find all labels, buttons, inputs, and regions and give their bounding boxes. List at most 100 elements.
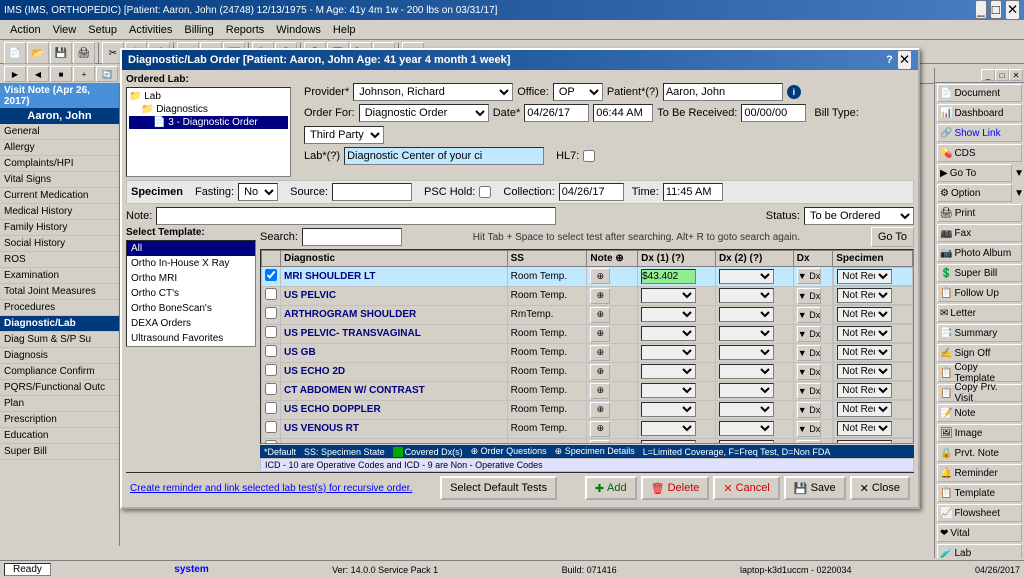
rs-flowsheet[interactable]: 📈 Flowsheet	[937, 504, 1022, 522]
psc-hold-checkbox[interactable]	[479, 186, 491, 198]
row-checkbox[interactable]	[265, 421, 277, 433]
office-select[interactable]: OP	[553, 83, 603, 101]
rs-lab[interactable]: 🧪 Lab	[937, 544, 1022, 558]
minimize-btn[interactable]: _	[975, 0, 986, 19]
sidebar-item-plan[interactable]: Plan	[0, 396, 119, 412]
col-note[interactable]: Note ⊕	[587, 251, 638, 267]
row-dx-btn[interactable]: ▼ Dx	[793, 362, 832, 381]
sidebar-item-exam[interactable]: Examination	[0, 268, 119, 284]
save-button[interactable]: 💾 Save	[784, 476, 846, 500]
template-item-bonescan[interactable]: Ortho BoneScan's	[127, 301, 255, 316]
rs-letter[interactable]: ✉ Letter	[937, 304, 1022, 322]
tb2-1[interactable]: ▶	[4, 66, 26, 82]
row-note[interactable]: ⊕	[587, 400, 638, 419]
row-checkbox[interactable]	[265, 383, 277, 395]
row-note[interactable]: ⊕	[587, 362, 638, 381]
sidebar-item-family[interactable]: Family History	[0, 220, 119, 236]
to-be-received-input[interactable]	[741, 104, 806, 122]
row-checkbox[interactable]	[265, 364, 277, 376]
provider-select[interactable]: Johnson, Richard	[353, 83, 513, 101]
sidebar-item-pqrs[interactable]: PQRS/Functional Outc	[0, 380, 119, 396]
note-btn[interactable]: ⊕	[590, 268, 610, 284]
sidebar-item-social[interactable]: Social History	[0, 236, 119, 252]
rs-goto[interactable]: ▶ Go To	[937, 164, 1012, 182]
col-diagnostic[interactable]: Diagnostic	[281, 251, 508, 267]
delete-button[interactable]: 🗑 Delete	[641, 476, 710, 500]
col-dx1[interactable]: Dx (1) (?)	[638, 251, 716, 267]
rs-prvt-note[interactable]: 🔒 Prvt. Note	[937, 444, 1022, 462]
template-item-ct[interactable]: Ortho CT's	[127, 286, 255, 301]
menu-action[interactable]: Action	[4, 22, 47, 38]
row-checkbox[interactable]	[265, 345, 277, 357]
menu-setup[interactable]: Setup	[82, 22, 123, 38]
sidebar-item-medication[interactable]: Current Medication	[0, 188, 119, 204]
goto-button[interactable]: Go To	[871, 227, 914, 247]
cancel-button[interactable]: ✕ Cancel	[713, 476, 779, 500]
menu-activities[interactable]: Activities	[123, 22, 178, 38]
row-note[interactable]: ⊕	[587, 419, 638, 438]
note-btn[interactable]: ⊕	[590, 421, 610, 437]
menu-billing[interactable]: Billing	[178, 22, 219, 38]
rs-superbill[interactable]: 💲 Super Bill	[937, 264, 1022, 282]
rs-summary[interactable]: 📑 Summary	[937, 324, 1022, 342]
row-dx-btn[interactable]: ▼ Dx	[793, 286, 832, 305]
row-checkbox[interactable]	[265, 307, 277, 319]
sidebar-item-ros[interactable]: ROS	[0, 252, 119, 268]
rs-option-expand[interactable]: ▼	[1014, 188, 1024, 199]
template-item-ultrasound[interactable]: Ultrasound Favorites	[127, 331, 255, 346]
results-table-scroll[interactable]: Diagnostic SS Note ⊕ Dx (1) (?) Dx (2) (…	[260, 249, 914, 444]
row-dx-btn[interactable]: ▼ Dx	[793, 438, 832, 444]
tb2-5[interactable]: 🔄	[96, 66, 118, 82]
note-btn[interactable]: ⊕	[590, 345, 610, 361]
tree-child[interactable]: 📁 Diagnostics	[129, 103, 288, 116]
hl7-checkbox[interactable]	[583, 150, 595, 162]
row-dx-btn[interactable]: ▼ Dx	[793, 305, 832, 324]
menu-view[interactable]: View	[47, 22, 83, 38]
help-btn[interactable]: ?	[886, 54, 893, 66]
sidebar-item-diag-sum[interactable]: Diag Sum & S/P Su	[0, 332, 119, 348]
default-tests-btn[interactable]: Select Default Tests	[440, 476, 557, 500]
patient-info-icon[interactable]: i	[787, 85, 801, 99]
row-checkbox[interactable]	[265, 440, 277, 444]
tb2-4[interactable]: +	[73, 66, 95, 82]
row-note[interactable]: ⊕	[587, 343, 638, 362]
bill-type-select[interactable]: Third Party	[304, 126, 384, 144]
note-btn[interactable]: ⊕	[590, 402, 610, 418]
source-input[interactable]	[332, 183, 412, 201]
col-dx2[interactable]: Dx (2) (?)	[715, 251, 793, 267]
recursive-link[interactable]: Create reminder and link selected lab te…	[130, 483, 412, 494]
rs-photo-album[interactable]: 📷 Photo Album	[937, 244, 1022, 262]
tb-save[interactable]: 💾	[50, 42, 72, 64]
rs-print[interactable]: 🖨 Print	[937, 204, 1022, 222]
template-item-xray[interactable]: Ortho In-House X Ray	[127, 256, 255, 271]
row-note[interactable]: ⊕	[587, 324, 638, 343]
rs-minimize[interactable]: _	[981, 69, 995, 81]
tb2-2[interactable]: ◀	[27, 66, 49, 82]
rs-signoff[interactable]: ✍ Sign Off	[937, 344, 1022, 362]
time-input[interactable]	[593, 104, 653, 122]
dialog-close-btn[interactable]: ✕	[897, 50, 912, 70]
template-item-mri[interactable]: Ortho MRI	[127, 271, 255, 286]
sidebar-item-education[interactable]: Education	[0, 428, 119, 444]
sidebar-item-allergy[interactable]: Allergy	[0, 140, 119, 156]
row-checkbox[interactable]	[265, 326, 277, 338]
note-btn[interactable]: ⊕	[590, 364, 610, 380]
close-btn[interactable]: ✕	[1005, 0, 1020, 20]
patient-input[interactable]	[663, 83, 783, 101]
row-dx-btn[interactable]: ▼ Dx	[793, 324, 832, 343]
row-note[interactable]: ⊕	[587, 381, 638, 400]
close-dialog-button[interactable]: ✕ Close	[850, 476, 910, 500]
tree-leaf[interactable]: 📄 3 - Diagnostic Order	[129, 116, 288, 129]
sidebar-item-diagnosis[interactable]: Diagnosis	[0, 348, 119, 364]
row-note[interactable]: ⊕	[587, 305, 638, 324]
menu-reports[interactable]: Reports	[220, 22, 271, 38]
template-item-all[interactable]: All	[127, 241, 255, 256]
note-input[interactable]	[156, 207, 556, 225]
status-select[interactable]: To be Ordered	[804, 207, 914, 225]
menu-help[interactable]: Help	[327, 22, 362, 38]
tb2-3[interactable]: ■	[50, 66, 72, 82]
col-dx[interactable]: Dx	[793, 251, 832, 267]
note-btn[interactable]: ⊕	[590, 326, 610, 342]
sidebar-item-compliance[interactable]: Compliance Confirm	[0, 364, 119, 380]
note-btn[interactable]: ⊕	[590, 307, 610, 323]
